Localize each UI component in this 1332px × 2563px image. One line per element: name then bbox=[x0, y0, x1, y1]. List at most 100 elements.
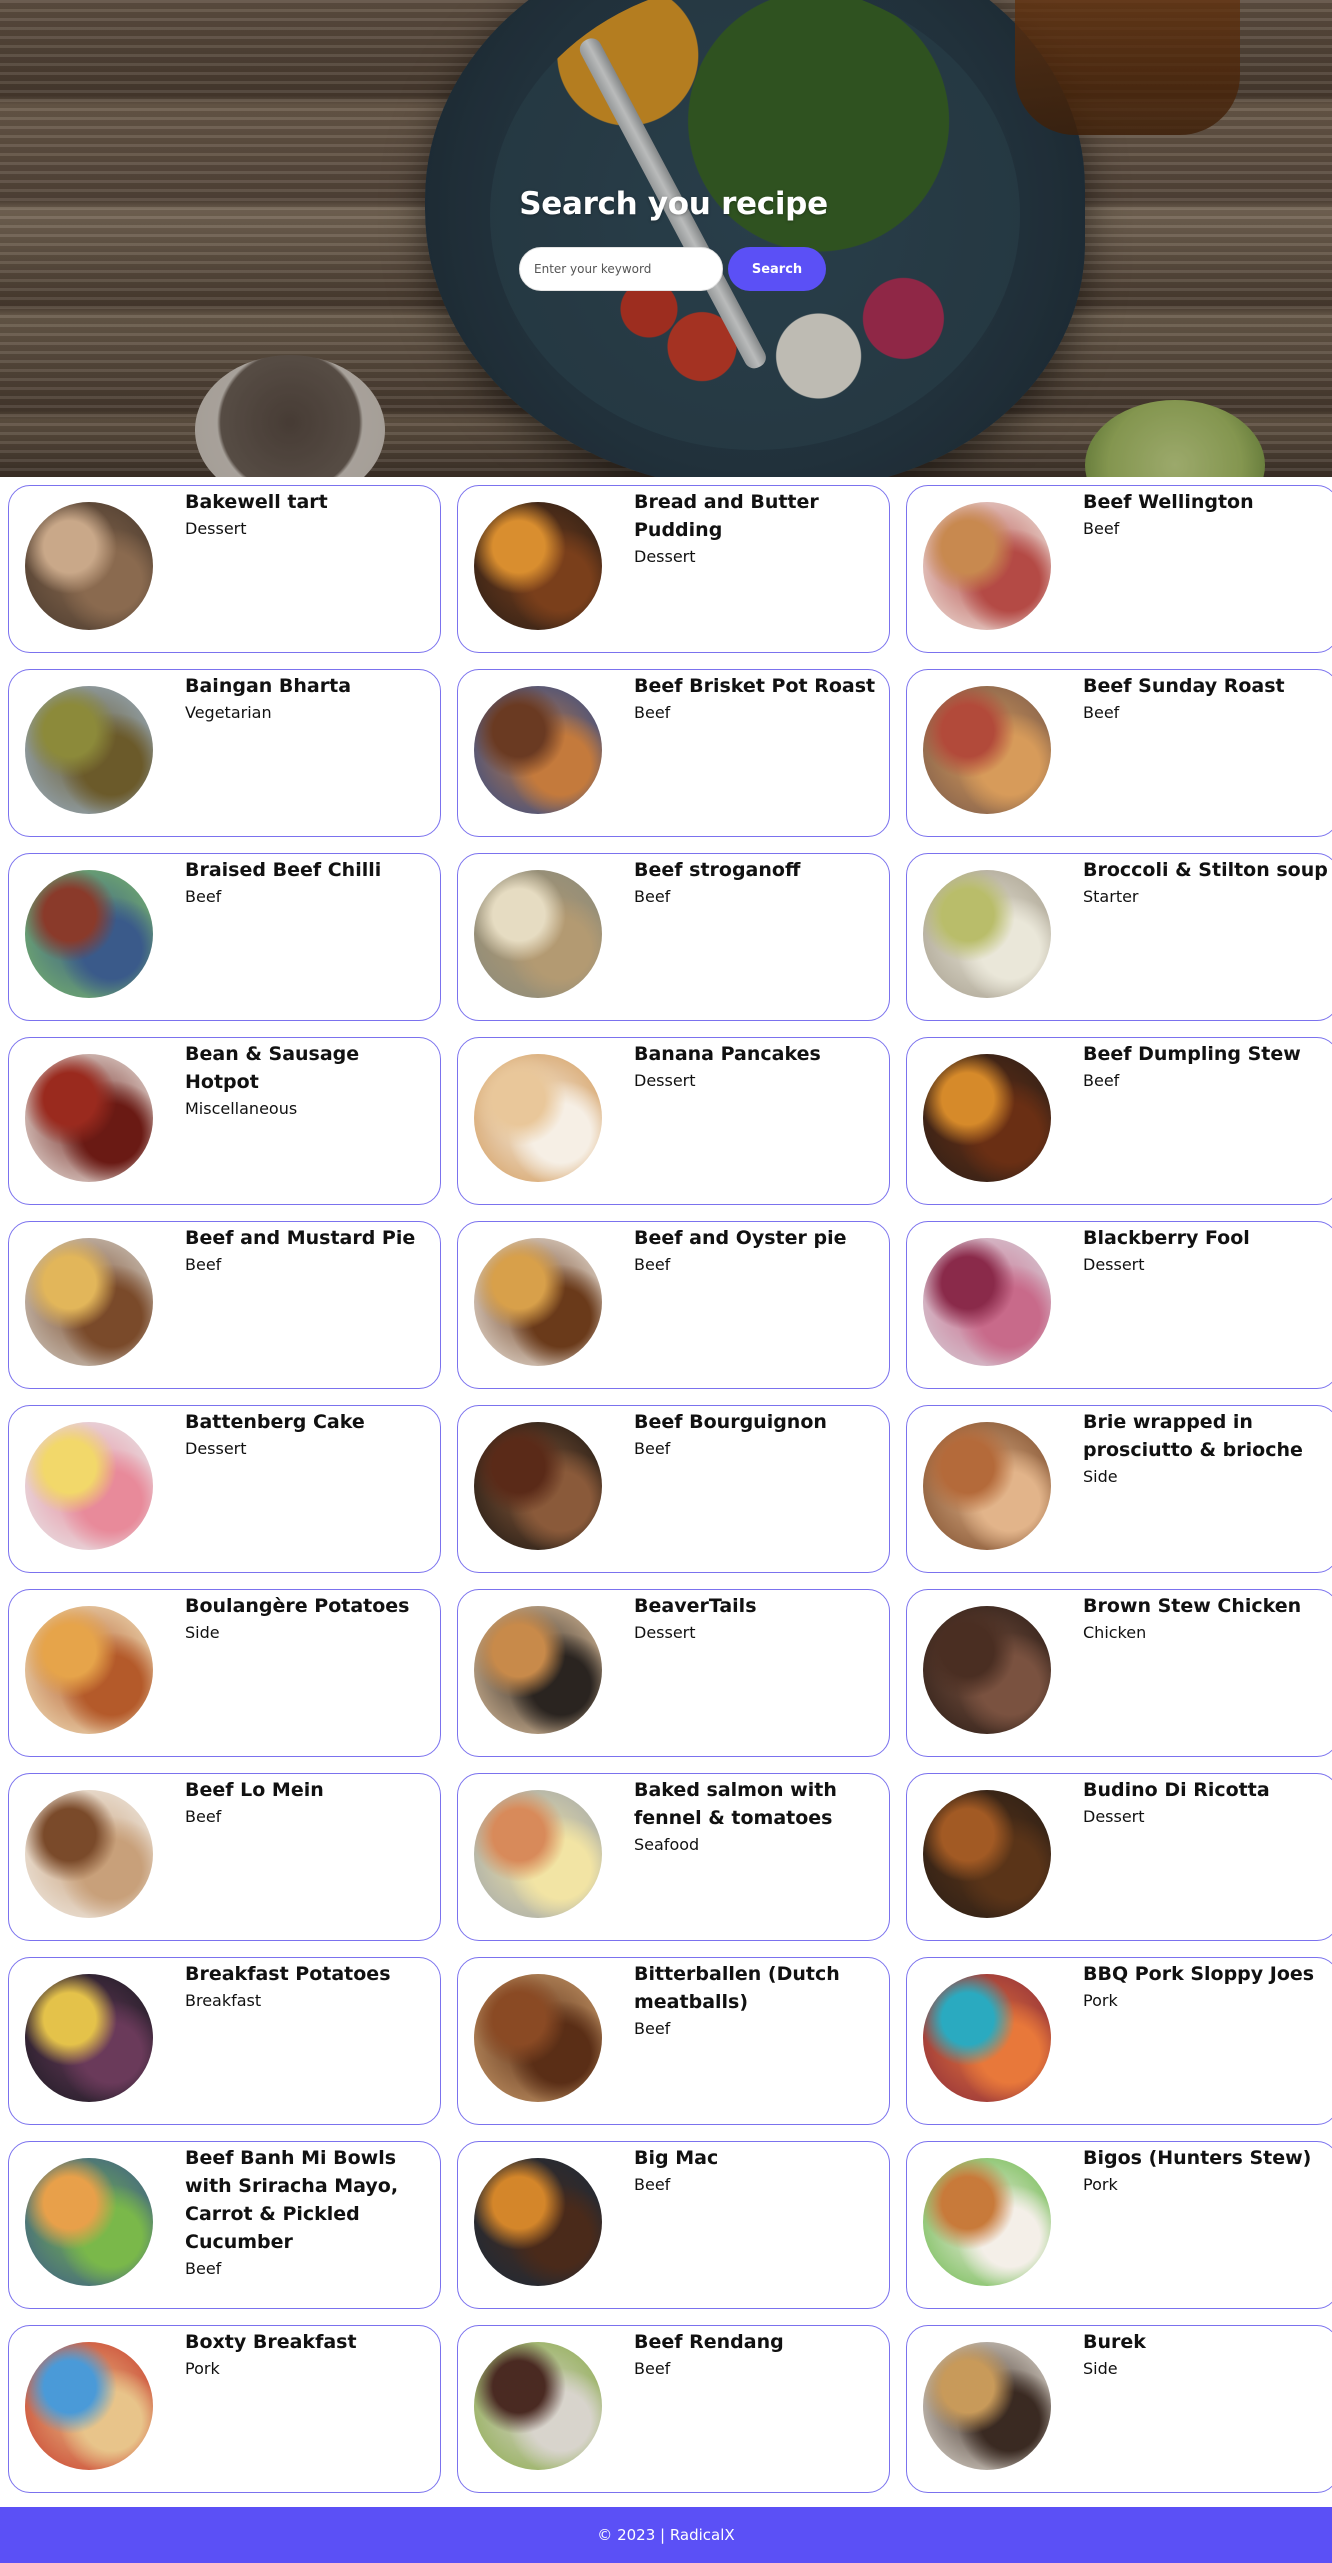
recipe-card[interactable]: Brown Stew Chicken Chicken bbox=[906, 1589, 1332, 1757]
recipe-text: Braised Beef Chilli Beef bbox=[185, 856, 433, 910]
recipe-text: Beef and Mustard Pie Beef bbox=[185, 1224, 433, 1278]
recipe-card[interactable]: Beef and Mustard Pie Beef bbox=[8, 1221, 441, 1389]
recipe-card[interactable]: Beef Rendang Beef bbox=[457, 2325, 890, 2493]
recipe-card[interactable]: Beef Wellington Beef bbox=[906, 485, 1332, 653]
hero-overlay bbox=[0, 0, 1332, 477]
recipe-card[interactable]: Beef and Oyster pie Beef bbox=[457, 1221, 890, 1389]
recipe-text: Beef Dumpling Stew Beef bbox=[1083, 1040, 1331, 1094]
recipe-thumbnail bbox=[474, 686, 602, 814]
recipe-text: Burek Side bbox=[1083, 2328, 1331, 2382]
recipe-card[interactable]: Braised Beef Chilli Beef bbox=[8, 853, 441, 1021]
recipe-thumbnail bbox=[474, 1790, 602, 1918]
recipe-thumbnail bbox=[474, 1054, 602, 1182]
recipe-thumbnail bbox=[474, 1238, 602, 1366]
recipe-name: Beef Banh Mi Bowls with Sriracha Mayo, C… bbox=[185, 2147, 399, 2253]
recipe-card[interactable]: Broccoli & Stilton soup Starter bbox=[906, 853, 1332, 1021]
recipe-card[interactable]: Beef stroganoff Beef bbox=[457, 853, 890, 1021]
recipe-card[interactable]: Battenberg Cake Dessert bbox=[8, 1405, 441, 1573]
recipe-category: Beef bbox=[634, 1255, 671, 1274]
recipe-category: Beef bbox=[1083, 1071, 1120, 1090]
recipe-card[interactable]: Boxty Breakfast Pork bbox=[8, 2325, 441, 2493]
recipe-category: Seafood bbox=[634, 1835, 700, 1854]
recipe-category: Side bbox=[185, 1623, 220, 1642]
recipe-card[interactable]: Beef Bourguignon Beef bbox=[457, 1405, 890, 1573]
recipe-text: Bread and Butter Pudding Dessert bbox=[634, 488, 882, 570]
recipe-card[interactable]: Beef Sunday Roast Beef bbox=[906, 669, 1332, 837]
recipe-name: Beef Wellington bbox=[1083, 491, 1254, 513]
search-input[interactable] bbox=[519, 247, 723, 291]
recipe-category: Dessert bbox=[634, 1071, 696, 1090]
recipe-text: Beef Rendang Beef bbox=[634, 2328, 882, 2382]
recipe-category: Beef bbox=[185, 1807, 222, 1826]
recipe-category: Dessert bbox=[185, 1439, 247, 1458]
recipe-grid: Bakewell tart Dessert Bread and Butter Pud… bbox=[8, 485, 1332, 2493]
recipe-category: Pork bbox=[1083, 2175, 1118, 2194]
recipe-card[interactable]: Breakfast Potatoes Breakfast bbox=[8, 1957, 441, 2125]
recipe-category: Beef bbox=[634, 2359, 671, 2378]
recipe-category: Side bbox=[1083, 2359, 1118, 2378]
recipe-card[interactable]: Blackberry Fool Dessert bbox=[906, 1221, 1332, 1389]
recipe-thumbnail bbox=[923, 686, 1051, 814]
recipe-thumbnail bbox=[923, 1606, 1051, 1734]
recipe-thumbnail bbox=[25, 2158, 153, 2286]
recipe-thumbnail bbox=[923, 2158, 1051, 2286]
recipe-category: Beef bbox=[634, 703, 671, 722]
recipe-thumbnail bbox=[25, 1422, 153, 1550]
recipe-card[interactable]: Beef Brisket Pot Roast Beef bbox=[457, 669, 890, 837]
search-button[interactable]: Search bbox=[728, 247, 826, 291]
recipe-text: Brown Stew Chicken Chicken bbox=[1083, 1592, 1331, 1646]
recipe-card[interactable]: Budino Di Ricotta Dessert bbox=[906, 1773, 1332, 1941]
recipe-card[interactable]: Banana Pancakes Dessert bbox=[457, 1037, 890, 1205]
recipe-card[interactable]: Brie wrapped in prosciutto & brioche Side bbox=[906, 1405, 1332, 1573]
recipe-category: Dessert bbox=[1083, 1255, 1145, 1274]
recipe-category: Beef bbox=[1083, 519, 1120, 538]
recipe-name: Braised Beef Chilli bbox=[185, 859, 382, 881]
recipe-card[interactable]: Bakewell tart Dessert bbox=[8, 485, 441, 653]
recipe-text: Bakewell tart Dessert bbox=[185, 488, 433, 542]
recipe-card[interactable]: Bitterballen (Dutch meatballs) Beef bbox=[457, 1957, 890, 2125]
recipe-name: Bread and Butter Pudding bbox=[634, 491, 819, 541]
recipe-card[interactable]: BeaverTails Dessert bbox=[457, 1589, 890, 1757]
recipe-thumbnail bbox=[474, 2158, 602, 2286]
recipe-thumbnail bbox=[474, 2342, 602, 2470]
recipe-category: Beef bbox=[634, 887, 671, 906]
recipe-text: Big Mac Beef bbox=[634, 2144, 882, 2198]
recipe-card[interactable]: Beef Lo Mein Beef bbox=[8, 1773, 441, 1941]
recipe-category: Beef bbox=[1083, 703, 1120, 722]
recipe-card[interactable]: Boulangère Potatoes Side bbox=[8, 1589, 441, 1757]
recipe-card[interactable]: Burek Side bbox=[906, 2325, 1332, 2493]
recipe-thumbnail bbox=[923, 2342, 1051, 2470]
recipe-name: Beef stroganoff bbox=[634, 859, 801, 881]
recipe-thumbnail bbox=[923, 502, 1051, 630]
recipe-category: Dessert bbox=[185, 519, 247, 538]
recipe-card[interactable]: Bread and Butter Pudding Dessert bbox=[457, 485, 890, 653]
recipe-text: Breakfast Potatoes Breakfast bbox=[185, 1960, 433, 2014]
recipe-card[interactable]: Baked salmon with fennel & tomatoes Seafo… bbox=[457, 1773, 890, 1941]
recipe-thumbnail bbox=[25, 1054, 153, 1182]
recipe-name: Bean & Sausage Hotpot bbox=[185, 1043, 360, 1093]
recipe-name: Beef and Oyster pie bbox=[634, 1227, 847, 1249]
recipe-thumbnail bbox=[474, 1422, 602, 1550]
recipe-text: Boulangère Potatoes Side bbox=[185, 1592, 433, 1646]
recipe-card[interactable]: Big Mac Beef bbox=[457, 2141, 890, 2309]
recipe-card[interactable]: Bean & Sausage Hotpot Miscellaneous bbox=[8, 1037, 441, 1205]
recipe-name: Burek bbox=[1083, 2331, 1146, 2353]
recipe-thumbnail bbox=[474, 502, 602, 630]
recipe-thumbnail bbox=[25, 2342, 153, 2470]
recipe-card[interactable]: BBQ Pork Sloppy Joes Pork bbox=[906, 1957, 1332, 2125]
recipe-card[interactable]: Baingan Bharta Vegetarian bbox=[8, 669, 441, 837]
recipe-card[interactable]: Beef Banh Mi Bowls with Sriracha Mayo, C… bbox=[8, 2141, 441, 2309]
recipe-thumbnail bbox=[25, 686, 153, 814]
recipe-text: Battenberg Cake Dessert bbox=[185, 1408, 433, 1462]
recipe-category: Dessert bbox=[634, 547, 696, 566]
hero-banner: Search you recipe Search bbox=[0, 0, 1332, 477]
recipe-card[interactable]: Beef Dumpling Stew Beef bbox=[906, 1037, 1332, 1205]
recipe-name: Beef Lo Mein bbox=[185, 1779, 324, 1801]
recipe-card[interactable]: Bigos (Hunters Stew) Pork bbox=[906, 2141, 1332, 2309]
recipe-text: Bigos (Hunters Stew) Pork bbox=[1083, 2144, 1331, 2198]
recipe-name: Bitterballen (Dutch meatballs) bbox=[634, 1963, 840, 2013]
recipe-text: Baked salmon with fennel & tomatoes Seafo… bbox=[634, 1776, 882, 1858]
recipe-name: Beef Dumpling Stew bbox=[1083, 1043, 1301, 1065]
recipe-thumbnail bbox=[25, 1974, 153, 2102]
recipe-category: Dessert bbox=[1083, 1807, 1145, 1826]
